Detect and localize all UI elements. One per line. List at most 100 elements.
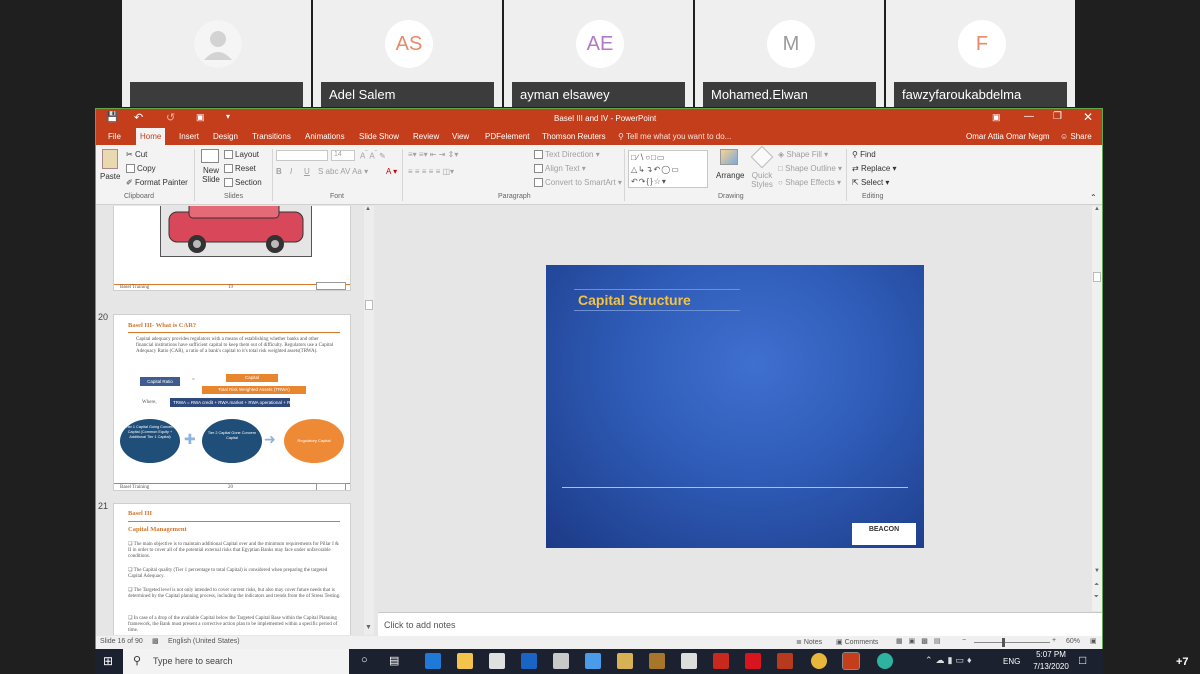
app-icon[interactable] bbox=[585, 653, 601, 669]
shapes-gallery[interactable]: □∕∖○□▭ △↳↴↶◯▭ ↶↷{}☆▾ bbox=[628, 150, 708, 188]
font-color-button[interactable]: A ▾ bbox=[386, 167, 397, 176]
news-icon[interactable] bbox=[681, 653, 697, 669]
notes-pane[interactable]: Click to add notes bbox=[378, 612, 1102, 636]
account-name[interactable]: Omar Attia Omar Negm bbox=[962, 128, 1054, 145]
participant-tile[interactable] bbox=[122, 0, 311, 107]
windows-start-icon[interactable]: ⊞ bbox=[103, 654, 113, 668]
arrange-button[interactable]: Arrange bbox=[716, 171, 744, 180]
font-effects-icons[interactable]: S abc AV Aa ▾ bbox=[318, 167, 368, 176]
clock-time[interactable]: 5:07 PM bbox=[1031, 650, 1071, 659]
participant-tile[interactable]: AE ayman elsawey bbox=[504, 0, 693, 107]
editor-scrollbar[interactable]: ▲ ▼ ⏶ ⏷ bbox=[1092, 206, 1102, 611]
tab-slide-show[interactable]: Slide Show bbox=[355, 128, 403, 145]
search-box[interactable]: ⚲ Type here to search bbox=[123, 649, 349, 674]
tab-home[interactable]: Home bbox=[136, 128, 166, 145]
quick-styles-icon[interactable] bbox=[750, 145, 774, 169]
alignment-buttons-icon[interactable]: ≡ ≡ ≡ ≡ ≡ ◫▾ bbox=[408, 167, 454, 176]
zoom-slider-handle[interactable] bbox=[1002, 638, 1005, 647]
find-button[interactable]: ⚲ Find bbox=[852, 150, 876, 159]
zoom-in-icon[interactable]: + bbox=[1052, 637, 1056, 644]
tab-animations[interactable]: Animations bbox=[301, 128, 349, 145]
participant-tile[interactable]: F fawzyfaroukabdelma bbox=[886, 0, 1075, 107]
tab-transitions[interactable]: Transitions bbox=[248, 128, 295, 145]
notes-button[interactable]: ≣ Notes bbox=[796, 638, 822, 646]
select-button[interactable]: ⇱ Select ▾ bbox=[852, 178, 889, 187]
new-slide-icon[interactable] bbox=[201, 149, 219, 163]
scroll-thumb[interactable] bbox=[1093, 272, 1101, 282]
thumbnails-scrollbar[interactable]: ▲ ▼ bbox=[364, 206, 374, 635]
file-explorer-icon[interactable] bbox=[457, 653, 473, 669]
tell-me-box[interactable]: ⚲ Tell me what you want to do... bbox=[614, 128, 735, 145]
participant-tile[interactable]: M Mohamed.Elwan bbox=[695, 0, 884, 107]
powerpoint-icon[interactable] bbox=[842, 652, 860, 670]
align-text-button[interactable]: Align Text ▾ bbox=[534, 164, 586, 174]
quick-styles-button[interactable]: Quick Styles bbox=[747, 171, 777, 189]
grow-font-icon[interactable]: Aˆ Aˇ ✎ bbox=[360, 150, 386, 161]
layout-button[interactable]: Layout bbox=[224, 150, 259, 160]
cortana-icon[interactable]: ○ bbox=[361, 654, 368, 666]
undo-icon[interactable]: ↶ bbox=[134, 111, 143, 124]
slide-thumbnail[interactable]: Basel III Capital Management ❏ The main … bbox=[113, 503, 351, 635]
tab-design[interactable]: Design bbox=[209, 128, 242, 145]
language-indicator[interactable]: English (United States) bbox=[168, 638, 240, 645]
slide-thumbnail[interactable]: Basel III- What is CAR? Capital adequacy… bbox=[113, 314, 351, 491]
game-icon[interactable] bbox=[649, 653, 665, 669]
format-painter-button[interactable]: ✐ Format Painter bbox=[126, 178, 188, 187]
underline-button[interactable]: U bbox=[304, 167, 310, 176]
paste-icon[interactable] bbox=[102, 149, 118, 169]
language-indicator[interactable]: ENG bbox=[1003, 657, 1020, 666]
slide-thumbnail[interactable]: Basel Training 19 bbox=[113, 206, 351, 291]
fit-slide-icon[interactable]: ▣ bbox=[1090, 637, 1097, 645]
close-icon[interactable]: ✕ bbox=[1083, 110, 1093, 124]
minimize-icon[interactable]: — bbox=[1024, 111, 1034, 122]
previous-slide-icon[interactable]: ⏶ bbox=[1094, 582, 1099, 589]
replace-button[interactable]: ⇄ Replace ▾ bbox=[852, 164, 897, 173]
scroll-down-icon[interactable]: ▼ bbox=[1094, 568, 1100, 574]
font-size-dropdown[interactable]: 14 bbox=[331, 150, 355, 161]
arrange-icon[interactable] bbox=[720, 149, 738, 165]
more-participants-badge[interactable]: +7 bbox=[1176, 656, 1189, 668]
convert-smartart-button[interactable]: Convert to SmartArt ▾ bbox=[534, 178, 622, 188]
comments-button[interactable]: ▣ Comments bbox=[836, 638, 878, 646]
section-button[interactable]: Section bbox=[224, 178, 262, 188]
scroll-thumb[interactable] bbox=[365, 300, 373, 310]
app-red-icon[interactable] bbox=[777, 653, 793, 669]
tab-pdfelement[interactable]: PDFelement bbox=[481, 128, 533, 145]
view-buttons-icon[interactable]: ▦▣▩▤ bbox=[896, 637, 946, 645]
list-buttons-icon[interactable]: ≡▾ ≡▾ ⇤ ⇥ ⇕▾ bbox=[408, 150, 458, 159]
netflix-icon[interactable] bbox=[745, 653, 761, 669]
tab-view[interactable]: View bbox=[448, 128, 473, 145]
bold-button[interactable]: B bbox=[276, 167, 282, 176]
current-slide[interactable]: Capital Structure BEACON bbox=[546, 265, 924, 548]
media-icon[interactable] bbox=[617, 653, 633, 669]
edge-icon[interactable] bbox=[425, 653, 441, 669]
new-slide-button[interactable]: New Slide bbox=[201, 166, 221, 184]
tab-insert[interactable]: Insert bbox=[175, 128, 203, 145]
notifications-icon[interactable]: □ bbox=[1079, 653, 1086, 667]
scroll-up-icon[interactable]: ▲ bbox=[1094, 206, 1100, 212]
shape-outline-button[interactable]: □ Shape Outline ▾ bbox=[778, 164, 842, 173]
ribbon-display-icon[interactable]: ▣ bbox=[992, 112, 1001, 123]
text-direction-button[interactable]: Text Direction ▾ bbox=[534, 150, 600, 160]
tab-file[interactable]: File bbox=[104, 128, 125, 145]
tab-review[interactable]: Review bbox=[409, 128, 443, 145]
share-button[interactable]: ☺ Share bbox=[1056, 128, 1096, 145]
paste-button[interactable]: Paste bbox=[100, 172, 120, 181]
spellcheck-icon[interactable]: ▩ bbox=[152, 637, 159, 645]
participant-tile[interactable]: AS Adel Salem bbox=[313, 0, 502, 107]
slide-title[interactable]: Capital Structure bbox=[578, 292, 691, 308]
customize-icon[interactable]: ▾ bbox=[226, 112, 230, 121]
chrome-icon[interactable] bbox=[811, 653, 827, 669]
present-icon[interactable]: ▣ bbox=[196, 112, 205, 123]
redo-icon[interactable]: ↺ bbox=[166, 111, 175, 124]
calculator-icon[interactable] bbox=[553, 653, 569, 669]
store-icon[interactable] bbox=[489, 653, 505, 669]
outlook-icon[interactable] bbox=[521, 653, 537, 669]
font-name-dropdown[interactable] bbox=[276, 150, 328, 161]
tab-thomson-reuters[interactable]: Thomson Reuters bbox=[538, 128, 610, 145]
save-icon[interactable]: 💾 bbox=[106, 112, 118, 123]
italic-button[interactable]: I bbox=[290, 167, 292, 176]
clock-date[interactable]: 7/13/2020 bbox=[1027, 662, 1075, 671]
zoom-level[interactable]: 60% bbox=[1066, 638, 1080, 645]
system-tray-icons[interactable]: ⌃☁▮▭♦ bbox=[925, 655, 975, 666]
